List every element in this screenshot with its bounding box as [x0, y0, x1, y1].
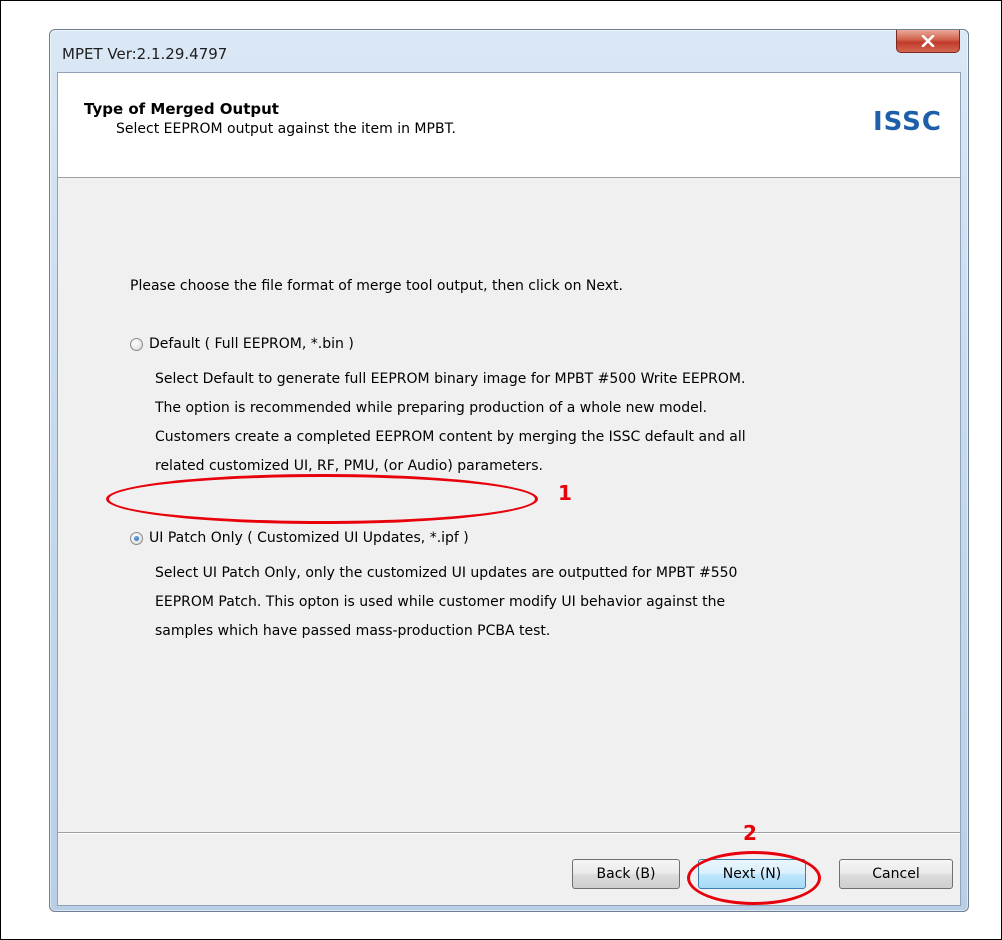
page-title: Type of Merged Output	[84, 100, 279, 118]
annotation-ellipse-2	[687, 851, 821, 905]
annotation-ellipse-1	[106, 474, 538, 524]
footer-divider	[58, 832, 960, 834]
option-default-label: Default ( Full EEPROM, *.bin )	[149, 336, 354, 352]
close-button[interactable]	[896, 30, 960, 53]
issc-logo: ISSC	[872, 107, 942, 137]
option-ui-patch-label: UI Patch Only ( Customized UI Updates, *…	[149, 530, 469, 546]
annotation-number-1: 1	[558, 481, 572, 505]
wizard-window: MPET Ver:2.1.29.4797 Type of Merged Outp…	[49, 29, 969, 912]
window-title: MPET Ver:2.1.29.4797	[62, 45, 228, 63]
annotation-number-2: 2	[743, 821, 757, 845]
option-ui-patch-description: Select UI Patch Only, only the customize…	[155, 559, 737, 646]
cancel-button[interactable]: Cancel	[839, 859, 953, 889]
instruction-text: Please choose the file format of merge t…	[130, 278, 623, 294]
option-default[interactable]: Default ( Full EEPROM, *.bin )	[130, 336, 354, 352]
description-line: Customers create a completed EEPROM cont…	[155, 429, 746, 445]
back-button[interactable]: Back (B)	[572, 859, 680, 889]
description-line: The option is recommended while preparin…	[155, 400, 708, 416]
option-default-description: Select Default to generate full EEPROM b…	[155, 365, 746, 481]
radio-ui-patch[interactable]	[130, 531, 143, 545]
page-subtitle: Select EEPROM output against the item in…	[116, 121, 456, 137]
description-line: EEPROM Patch. This opton is used while c…	[155, 594, 726, 610]
title-bar: MPET Ver:2.1.29.4797	[50, 30, 968, 72]
radio-default[interactable]	[130, 337, 143, 351]
description-line: samples which have passed mass-productio…	[155, 623, 551, 639]
description-line: Select Default to generate full EEPROM b…	[155, 371, 746, 387]
close-icon	[921, 35, 935, 47]
wizard-header: Type of Merged Output Select EEPROM outp…	[58, 73, 960, 178]
description-line: Select UI Patch Only, only the customize…	[155, 565, 738, 581]
option-ui-patch[interactable]: UI Patch Only ( Customized UI Updates, *…	[130, 530, 469, 546]
screenshot-frame: MPET Ver:2.1.29.4797 Type of Merged Outp…	[0, 0, 1002, 940]
